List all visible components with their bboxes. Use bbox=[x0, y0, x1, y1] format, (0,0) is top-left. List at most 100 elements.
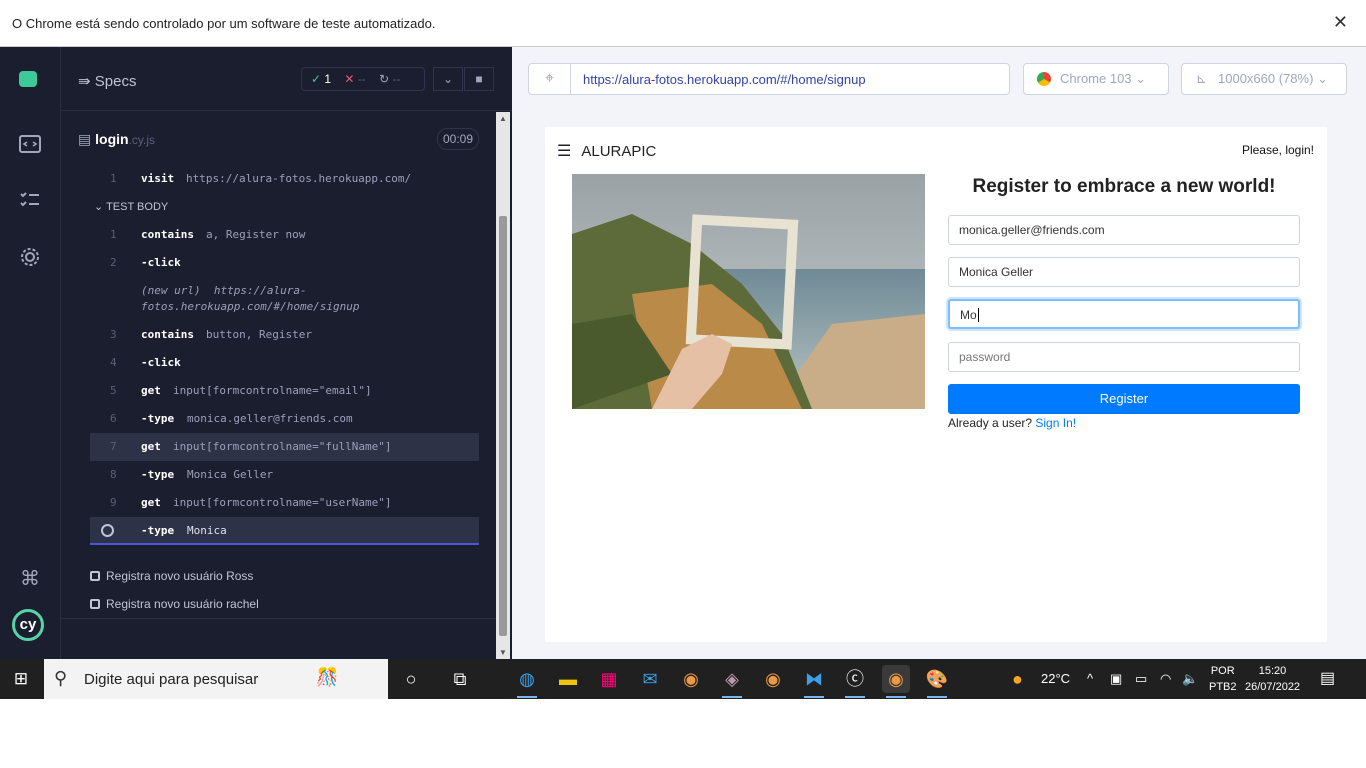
reporter-scrollbar[interactable]: ▲ ▼ bbox=[496, 112, 510, 659]
spec-title: ▤ login.cy.js bbox=[78, 131, 155, 148]
brand-name: ALURAPIC bbox=[581, 143, 657, 160]
battery-icon[interactable]: ▭ bbox=[1135, 659, 1147, 699]
task-view-icon[interactable]: ⧉ bbox=[446, 665, 474, 693]
chrome-active-icon[interactable]: ◉ bbox=[882, 665, 910, 698]
failed-count: ✕ -- bbox=[344, 72, 366, 86]
windows-start-icon[interactable]: ⊞ bbox=[0, 659, 42, 699]
tray-chevron-icon[interactable]: ^ bbox=[1087, 659, 1093, 699]
signin-link[interactable]: Sign In! bbox=[1035, 416, 1076, 430]
passed-count: ✓ 1 bbox=[311, 72, 332, 86]
url-text: https://alura-fotos.herokuapp.com/#/home… bbox=[583, 72, 866, 87]
vscode-icon[interactable]: ⧓ bbox=[800, 665, 828, 698]
store-icon[interactable]: ▦ bbox=[595, 665, 623, 693]
checkbox-icon bbox=[90, 571, 100, 581]
test-stats: ✓ 1 ✕ -- ↻ -- bbox=[301, 67, 425, 91]
clock[interactable]: 15:20 26/07/2022 bbox=[1245, 663, 1300, 695]
selector-playground-icon[interactable]: ⌖ bbox=[529, 64, 571, 94]
temperature[interactable]: 22°C bbox=[1041, 659, 1070, 699]
username-field[interactable]: Mo bbox=[948, 299, 1300, 329]
cypress-app-icon[interactable]: ⓒ bbox=[841, 665, 869, 698]
spinner-icon bbox=[101, 524, 114, 537]
password-field[interactable]: password bbox=[948, 342, 1300, 372]
command-row[interactable]: 4 -click bbox=[90, 349, 479, 377]
specs-toggle[interactable]: ⇛ Specs bbox=[78, 72, 136, 90]
weather-icon[interactable]: ● bbox=[1012, 659, 1023, 699]
search-icon: ⚲ bbox=[54, 668, 68, 688]
cortana-icon[interactable]: ○ bbox=[397, 665, 425, 693]
scroll-up-icon: ▲ bbox=[499, 114, 507, 123]
command-row[interactable]: 3 contains button, Register bbox=[90, 321, 479, 349]
url-bar[interactable]: ⌖ https://alura-fotos.herokuapp.com/#/ho… bbox=[528, 63, 1010, 95]
runs-nav-icon[interactable] bbox=[17, 190, 43, 216]
stop-icon[interactable]: ■ bbox=[464, 67, 494, 91]
command-row-running[interactable]: -type Monica bbox=[90, 517, 479, 545]
test-item[interactable]: Registra novo usuário rachel bbox=[90, 597, 259, 611]
command-row[interactable]: 1 visit https://alura-fotos.herokuapp.co… bbox=[90, 165, 479, 193]
command-row[interactable]: 5 get input[formcontrolname="email"] bbox=[90, 377, 479, 405]
search-highlight-icon: 🎊 bbox=[316, 667, 339, 687]
command-row[interactable]: 9 get input[formcontrolname="userName"] bbox=[90, 489, 479, 517]
chrome-icon[interactable]: ◉ bbox=[759, 665, 787, 693]
command-row[interactable]: 2 -click bbox=[90, 249, 479, 277]
notifications-icon[interactable]: ▤ bbox=[1320, 659, 1335, 699]
taskbar-search[interactable]: ⚲ Digite aqui para pesquisar 🎊 bbox=[44, 659, 388, 699]
please-login-text: Please, login! bbox=[1241, 143, 1314, 157]
command-row[interactable]: 1 contains a, Register now bbox=[90, 221, 479, 249]
pending-count: ↻ -- bbox=[379, 72, 401, 86]
specs-label: Specs bbox=[94, 73, 137, 90]
spec-timer: 00:09 bbox=[437, 128, 479, 150]
file-explorer-icon[interactable]: ▬ bbox=[554, 665, 582, 693]
windows-taskbar: ⊞ ⚲ Digite aqui para pesquisar 🎊 ○ ⧉ ◍ ▬… bbox=[0, 659, 1366, 699]
reporter-header: ⇛ Specs ✓ 1 ✕ -- ↻ -- ⌄ ■ bbox=[61, 47, 512, 111]
file-icon: ▤ bbox=[78, 131, 92, 147]
app-header: ☰ ALURAPIC bbox=[557, 141, 656, 161]
paint-icon[interactable]: 🎨 bbox=[923, 665, 951, 698]
menu-hamburger-icon[interactable]: ☰ bbox=[557, 143, 571, 160]
hero-photo bbox=[572, 174, 925, 409]
chrome-icon[interactable]: ◉ bbox=[677, 665, 705, 693]
viewport-info[interactable]: ⊾ 1000x660 (78%) ⌄ bbox=[1181, 63, 1347, 95]
search-placeholder: Digite aqui para pesquisar bbox=[84, 671, 259, 688]
automation-infobar: O Chrome está sendo controlado por um so… bbox=[0, 0, 1366, 47]
scrollbar-thumb[interactable] bbox=[499, 216, 507, 636]
cypress-logo-icon: cy bbox=[12, 609, 44, 641]
application-under-test: ☰ ALURAPIC Please, login! Register to emb… bbox=[545, 127, 1327, 642]
github-desktop-icon[interactable]: ◈ bbox=[718, 665, 746, 698]
form-title: Register to embrace a new world! bbox=[972, 176, 1276, 197]
spec-extension: .cy.js bbox=[128, 133, 156, 147]
already-user-text: Already a user? Sign In! bbox=[948, 416, 1077, 430]
ruler-icon: ⊾ bbox=[1196, 71, 1207, 86]
register-button[interactable]: Register bbox=[948, 384, 1300, 414]
edge-icon[interactable]: ◍ bbox=[513, 665, 541, 698]
command-row[interactable]: 6 -type monica.geller@friends.com bbox=[90, 405, 479, 433]
keyboard-shortcuts-icon[interactable]: ⌘ bbox=[17, 566, 43, 592]
chrome-icon bbox=[1037, 72, 1051, 86]
cypress-sidebar: ⌘ cy bbox=[0, 47, 61, 659]
divider bbox=[61, 618, 496, 619]
fullname-field[interactable]: Monica Geller bbox=[948, 257, 1300, 287]
mail-icon[interactable]: ✉ bbox=[636, 665, 664, 693]
project-icon[interactable] bbox=[19, 71, 37, 87]
blank-area bbox=[0, 699, 1366, 768]
close-icon[interactable]: ✕ bbox=[1333, 12, 1348, 33]
specs-nav-icon[interactable] bbox=[17, 134, 43, 160]
volume-icon[interactable]: 🔈 bbox=[1182, 659, 1198, 699]
email-field[interactable]: monica.geller@friends.com bbox=[948, 215, 1300, 245]
scroll-down-icon: ▼ bbox=[499, 648, 507, 657]
spec-name: login bbox=[95, 131, 129, 147]
new-url-event: (new url) https://alura- fotos.herokuapp… bbox=[141, 284, 360, 313]
app-preview: ⌖ https://alura-fotos.herokuapp.com/#/ho… bbox=[512, 47, 1366, 659]
test-item[interactable]: Registra novo usuário Ross bbox=[90, 569, 253, 583]
browser-selector[interactable]: Chrome 103 ⌄ bbox=[1023, 63, 1169, 95]
device-icon[interactable]: ▣ bbox=[1110, 659, 1122, 699]
command-log-reporter: ⇛ Specs ✓ 1 ✕ -- ↻ -- ⌄ ■ ▤ login.cy.js … bbox=[61, 47, 512, 659]
command-row[interactable]: 8 -type Monica Geller bbox=[90, 461, 479, 489]
language-indicator[interactable]: POR PTB2 bbox=[1209, 663, 1237, 695]
wifi-icon[interactable]: ◠ bbox=[1160, 659, 1171, 699]
command-row[interactable]: 7 get input[formcontrolname="fullName"] bbox=[90, 433, 479, 461]
settings-gear-icon[interactable] bbox=[17, 246, 43, 272]
chevron-down-icon[interactable]: ⌄ bbox=[433, 67, 463, 91]
test-body-section[interactable]: ⌄ TEST BODY bbox=[90, 193, 479, 221]
infobar-message: O Chrome está sendo controlado por um so… bbox=[12, 16, 436, 31]
checkbox-icon bbox=[90, 599, 100, 609]
